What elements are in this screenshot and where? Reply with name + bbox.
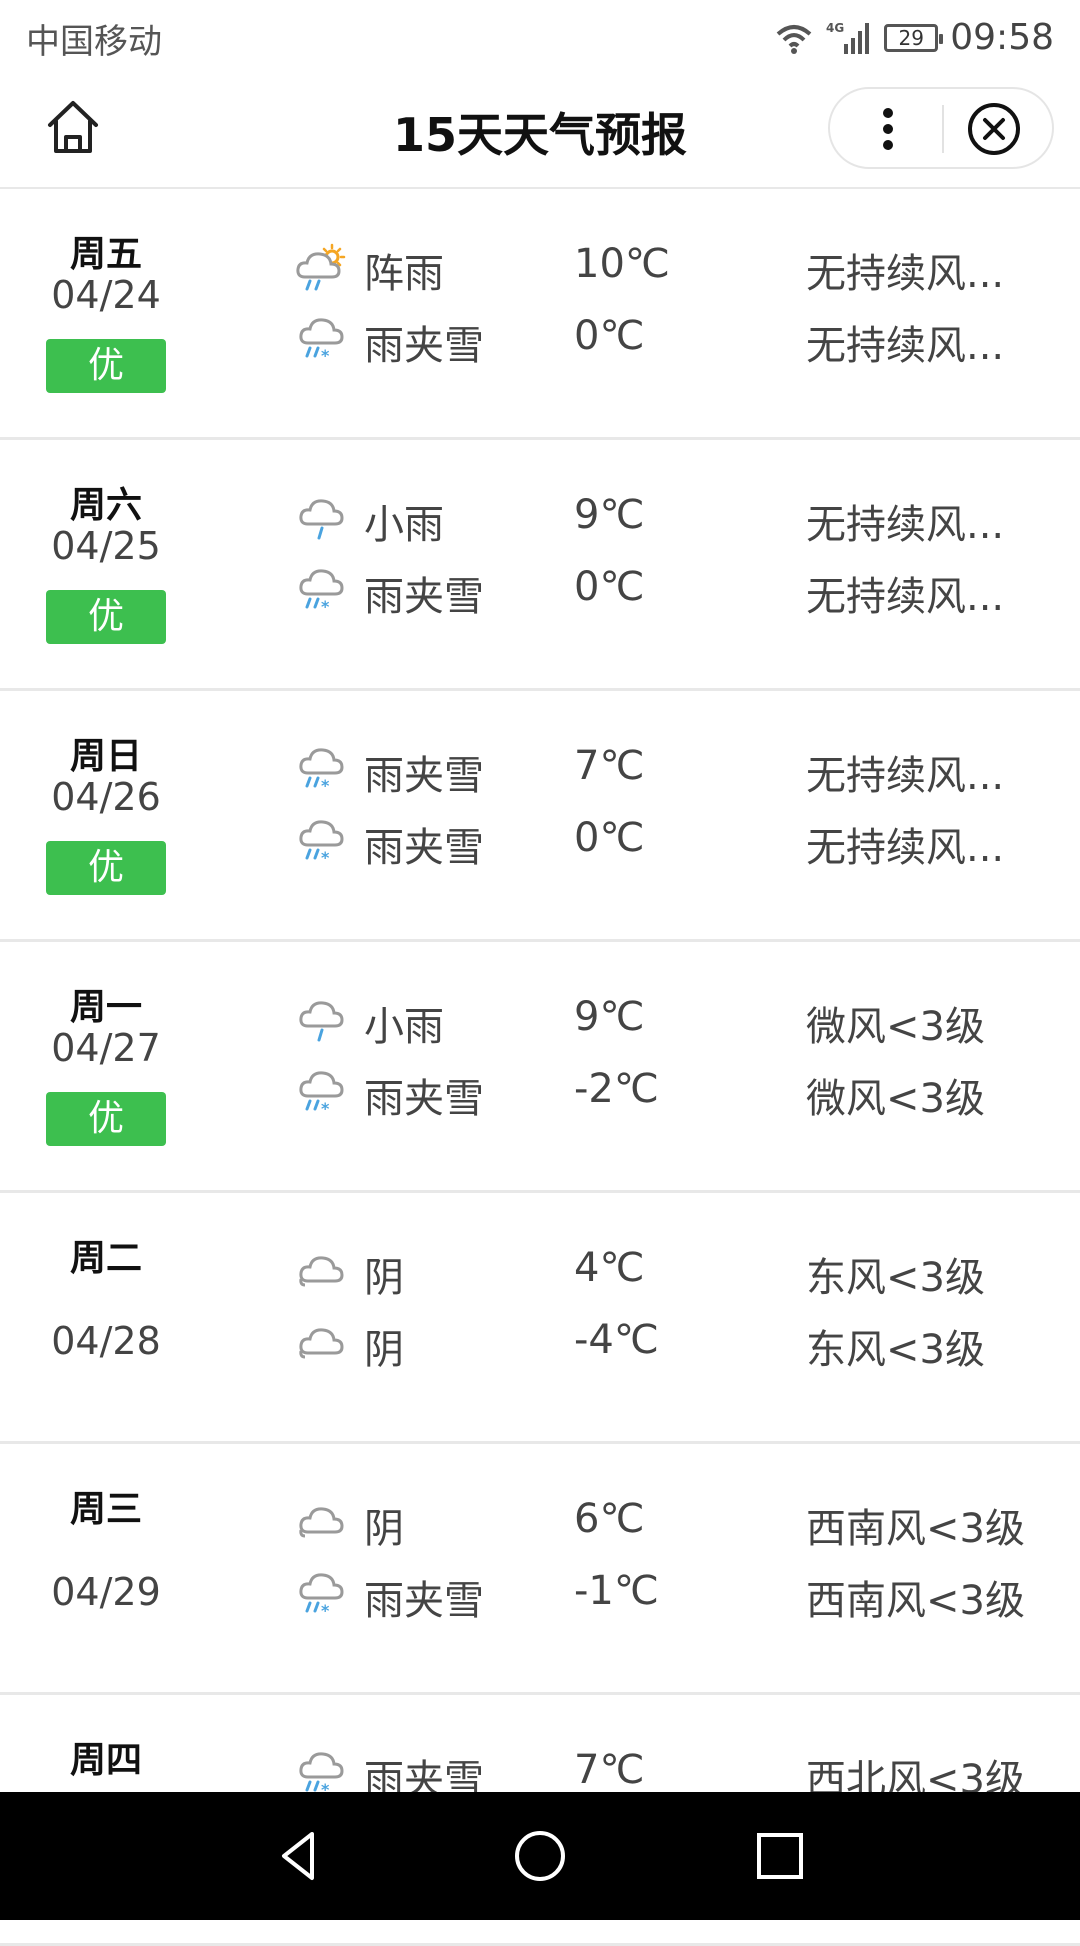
weather-desc: 阴 bbox=[364, 1506, 404, 1552]
sunny-shower-icon bbox=[296, 243, 346, 291]
signal-icon: 4G bbox=[826, 21, 870, 54]
wind-info: 无持续风... bbox=[806, 574, 1005, 620]
svg-text:*: * bbox=[321, 346, 330, 363]
weather-desc: 雨夹雪 bbox=[364, 1076, 484, 1122]
close-icon[interactable] bbox=[966, 101, 1022, 157]
forecast-day-row[interactable]: 周二 04/28 阴 4℃ 东风<3级阴 -4℃ 东风<3级 bbox=[0, 1193, 1080, 1444]
temperature: 6℃ bbox=[574, 1496, 645, 1542]
clock: 09:58 bbox=[950, 17, 1054, 58]
weather-desc: 雨夹雪 bbox=[364, 574, 484, 620]
svg-text:*: * bbox=[321, 597, 330, 614]
mini-program-capsule bbox=[828, 87, 1054, 169]
day-weather-row: * 雨夹雪 7℃ 无持续风... bbox=[0, 737, 1080, 799]
temperature: 4℃ bbox=[574, 1245, 645, 1291]
status-bar: 中国移动 4G 29 09:58 bbox=[0, 0, 1080, 75]
sleet-icon: * bbox=[299, 1752, 344, 1797]
night-weather-row: * 雨夹雪 -2℃ 微风<3级 bbox=[0, 1060, 1080, 1122]
day-weather-row: 阴 4℃ 东风<3级 bbox=[0, 1239, 1080, 1301]
night-weather-row: * 雨夹雪 0℃ 无持续风... bbox=[0, 558, 1080, 620]
weather-desc: 雨夹雪 bbox=[364, 323, 484, 369]
temperature: 0℃ bbox=[574, 815, 645, 861]
wind-info: 无持续风... bbox=[806, 251, 1005, 297]
weather-desc: 小雨 bbox=[364, 502, 444, 548]
wind-info: 微风<3级 bbox=[806, 1076, 985, 1122]
weather-desc: 阵雨 bbox=[364, 251, 444, 297]
svg-text:*: * bbox=[321, 1601, 330, 1618]
temperature: -4℃ bbox=[574, 1317, 659, 1363]
wifi-icon bbox=[776, 24, 812, 54]
forecast-day-row[interactable]: 周一 04/27 优小雨 9℃ 微风<3级 * 雨夹雪 -2℃ 微风<3级 bbox=[0, 942, 1080, 1193]
temperature: 0℃ bbox=[574, 313, 645, 359]
day-weather-row: 阴 6℃ 西南风<3级 bbox=[0, 1490, 1080, 1552]
weather-desc: 雨夹雪 bbox=[364, 753, 484, 799]
night-weather-row: * 雨夹雪 0℃ 无持续风... bbox=[0, 307, 1080, 369]
home-nav-icon[interactable] bbox=[510, 1826, 570, 1886]
temperature: 9℃ bbox=[574, 994, 645, 1040]
back-nav-icon[interactable] bbox=[270, 1826, 330, 1886]
night-weather-row: 阴 -4℃ 东风<3级 bbox=[0, 1311, 1080, 1373]
forecast-day-row[interactable]: 周六 04/25 优小雨 9℃ 无持续风... * 雨夹雪 0℃ 无持续风... bbox=[0, 440, 1080, 691]
sleet-icon: * bbox=[299, 748, 344, 793]
sleet-icon: * bbox=[299, 569, 344, 614]
temperature: 7℃ bbox=[574, 1747, 645, 1793]
temperature: 10℃ bbox=[574, 241, 670, 287]
wind-info: 西南风<3级 bbox=[806, 1506, 1025, 1552]
svg-text:4G: 4G bbox=[826, 21, 844, 35]
day-weather-row: 小雨 9℃ 无持续风... bbox=[0, 486, 1080, 548]
title-bar: 15天天气预报 bbox=[0, 75, 1080, 189]
forecast-list: 周五 04/24 优阵雨 10℃ 无持续风... * 雨夹雪 0℃ 无持续风... 周六 04/25… bbox=[0, 189, 1080, 1946]
night-weather-row: * 雨夹雪 -1℃ 西南风<3级 bbox=[0, 1562, 1080, 1624]
weather-desc: 雨夹雪 bbox=[364, 825, 484, 871]
forecast-day-row[interactable]: 周日 04/26 优 * 雨夹雪 7℃ 无持续风... * 雨夹雪 0℃ 无持续风... bbox=[0, 691, 1080, 942]
carrier-label: 中国移动 bbox=[26, 22, 162, 62]
wind-info: 无持续风... bbox=[806, 323, 1005, 369]
sleet-icon: * bbox=[299, 1071, 344, 1116]
wind-info: 东风<3级 bbox=[806, 1255, 985, 1301]
weather-desc: 雨夹雪 bbox=[364, 1578, 484, 1624]
day-weather-row: 阵雨 10℃ 无持续风... bbox=[0, 235, 1080, 297]
capsule-divider bbox=[942, 105, 944, 153]
wind-info: 东风<3级 bbox=[806, 1327, 985, 1373]
weather-desc: 小雨 bbox=[364, 1004, 444, 1050]
temperature: 0℃ bbox=[574, 564, 645, 610]
forecast-day-row[interactable]: 周三 04/29 阴 6℃ 西南风<3级 * 雨夹雪 -1℃ 西南风<3级 bbox=[0, 1444, 1080, 1695]
system-nav-bar bbox=[0, 1792, 1080, 1920]
temperature: 7℃ bbox=[574, 743, 645, 789]
sleet-icon: * bbox=[299, 820, 344, 865]
light-rain-icon bbox=[299, 499, 344, 540]
temperature: 9℃ bbox=[574, 492, 645, 538]
day-weather-row: 小雨 9℃ 微风<3级 bbox=[0, 988, 1080, 1050]
sleet-icon: * bbox=[299, 318, 344, 363]
overcast-icon bbox=[299, 1328, 344, 1359]
wind-info: 西南风<3级 bbox=[806, 1578, 1025, 1624]
overcast-icon bbox=[299, 1507, 344, 1538]
more-options-icon[interactable] bbox=[858, 99, 918, 159]
wind-info: 无持续风... bbox=[806, 753, 1005, 799]
wind-info: 无持续风... bbox=[806, 502, 1005, 548]
svg-text:*: * bbox=[321, 776, 330, 793]
light-rain-icon bbox=[299, 1001, 344, 1042]
battery-icon: 29 bbox=[884, 23, 944, 52]
svg-text:*: * bbox=[321, 848, 330, 865]
forecast-day-row[interactable]: 周五 04/24 优阵雨 10℃ 无持续风... * 雨夹雪 0℃ 无持续风... bbox=[0, 189, 1080, 440]
overcast-icon bbox=[299, 1256, 344, 1287]
status-icons: 4G 29 09:58 bbox=[774, 10, 1054, 65]
weather-desc: 阴 bbox=[364, 1327, 404, 1373]
night-weather-row: * 雨夹雪 0℃ 无持续风... bbox=[0, 809, 1080, 871]
svg-text:*: * bbox=[321, 1099, 330, 1116]
temperature: -2℃ bbox=[574, 1066, 659, 1112]
temperature: -1℃ bbox=[574, 1568, 659, 1614]
wind-info: 无持续风... bbox=[806, 825, 1005, 871]
battery-level: 29 bbox=[898, 25, 924, 50]
weather-desc: 阴 bbox=[364, 1255, 404, 1301]
wind-info: 微风<3级 bbox=[806, 1004, 985, 1050]
sleet-icon: * bbox=[299, 1573, 344, 1618]
recents-nav-icon[interactable] bbox=[750, 1826, 810, 1886]
